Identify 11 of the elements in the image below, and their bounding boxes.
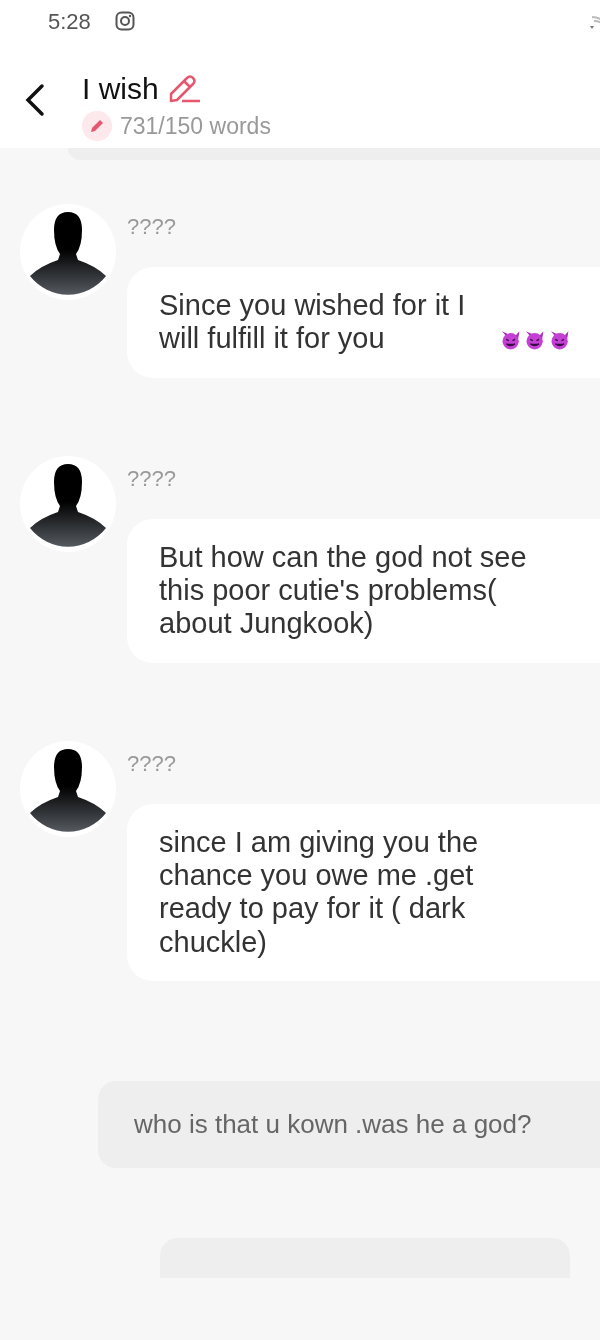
- status-time: 5:28: [48, 7, 91, 36]
- message-text: who is that u kown .was he a god?: [134, 1109, 532, 1140]
- story-title: I wish: [82, 72, 159, 105]
- message-text: Since you wished for it I will fulfill it for you: [159, 289, 467, 356]
- sender-name: ????: [127, 749, 176, 778]
- sender-name: ????: [127, 464, 176, 493]
- instagram-icon: [114, 11, 135, 31]
- message-text: But how can the god not see this poor cutie's problems( about Jungkook): [159, 540, 528, 641]
- word-count: 731/150 words: [120, 112, 271, 141]
- message-text: since I am giving you the chance you owe me .get ready to pay for it ( dark chuckle): [159, 825, 480, 960]
- sender-name: ????: [127, 213, 176, 241]
